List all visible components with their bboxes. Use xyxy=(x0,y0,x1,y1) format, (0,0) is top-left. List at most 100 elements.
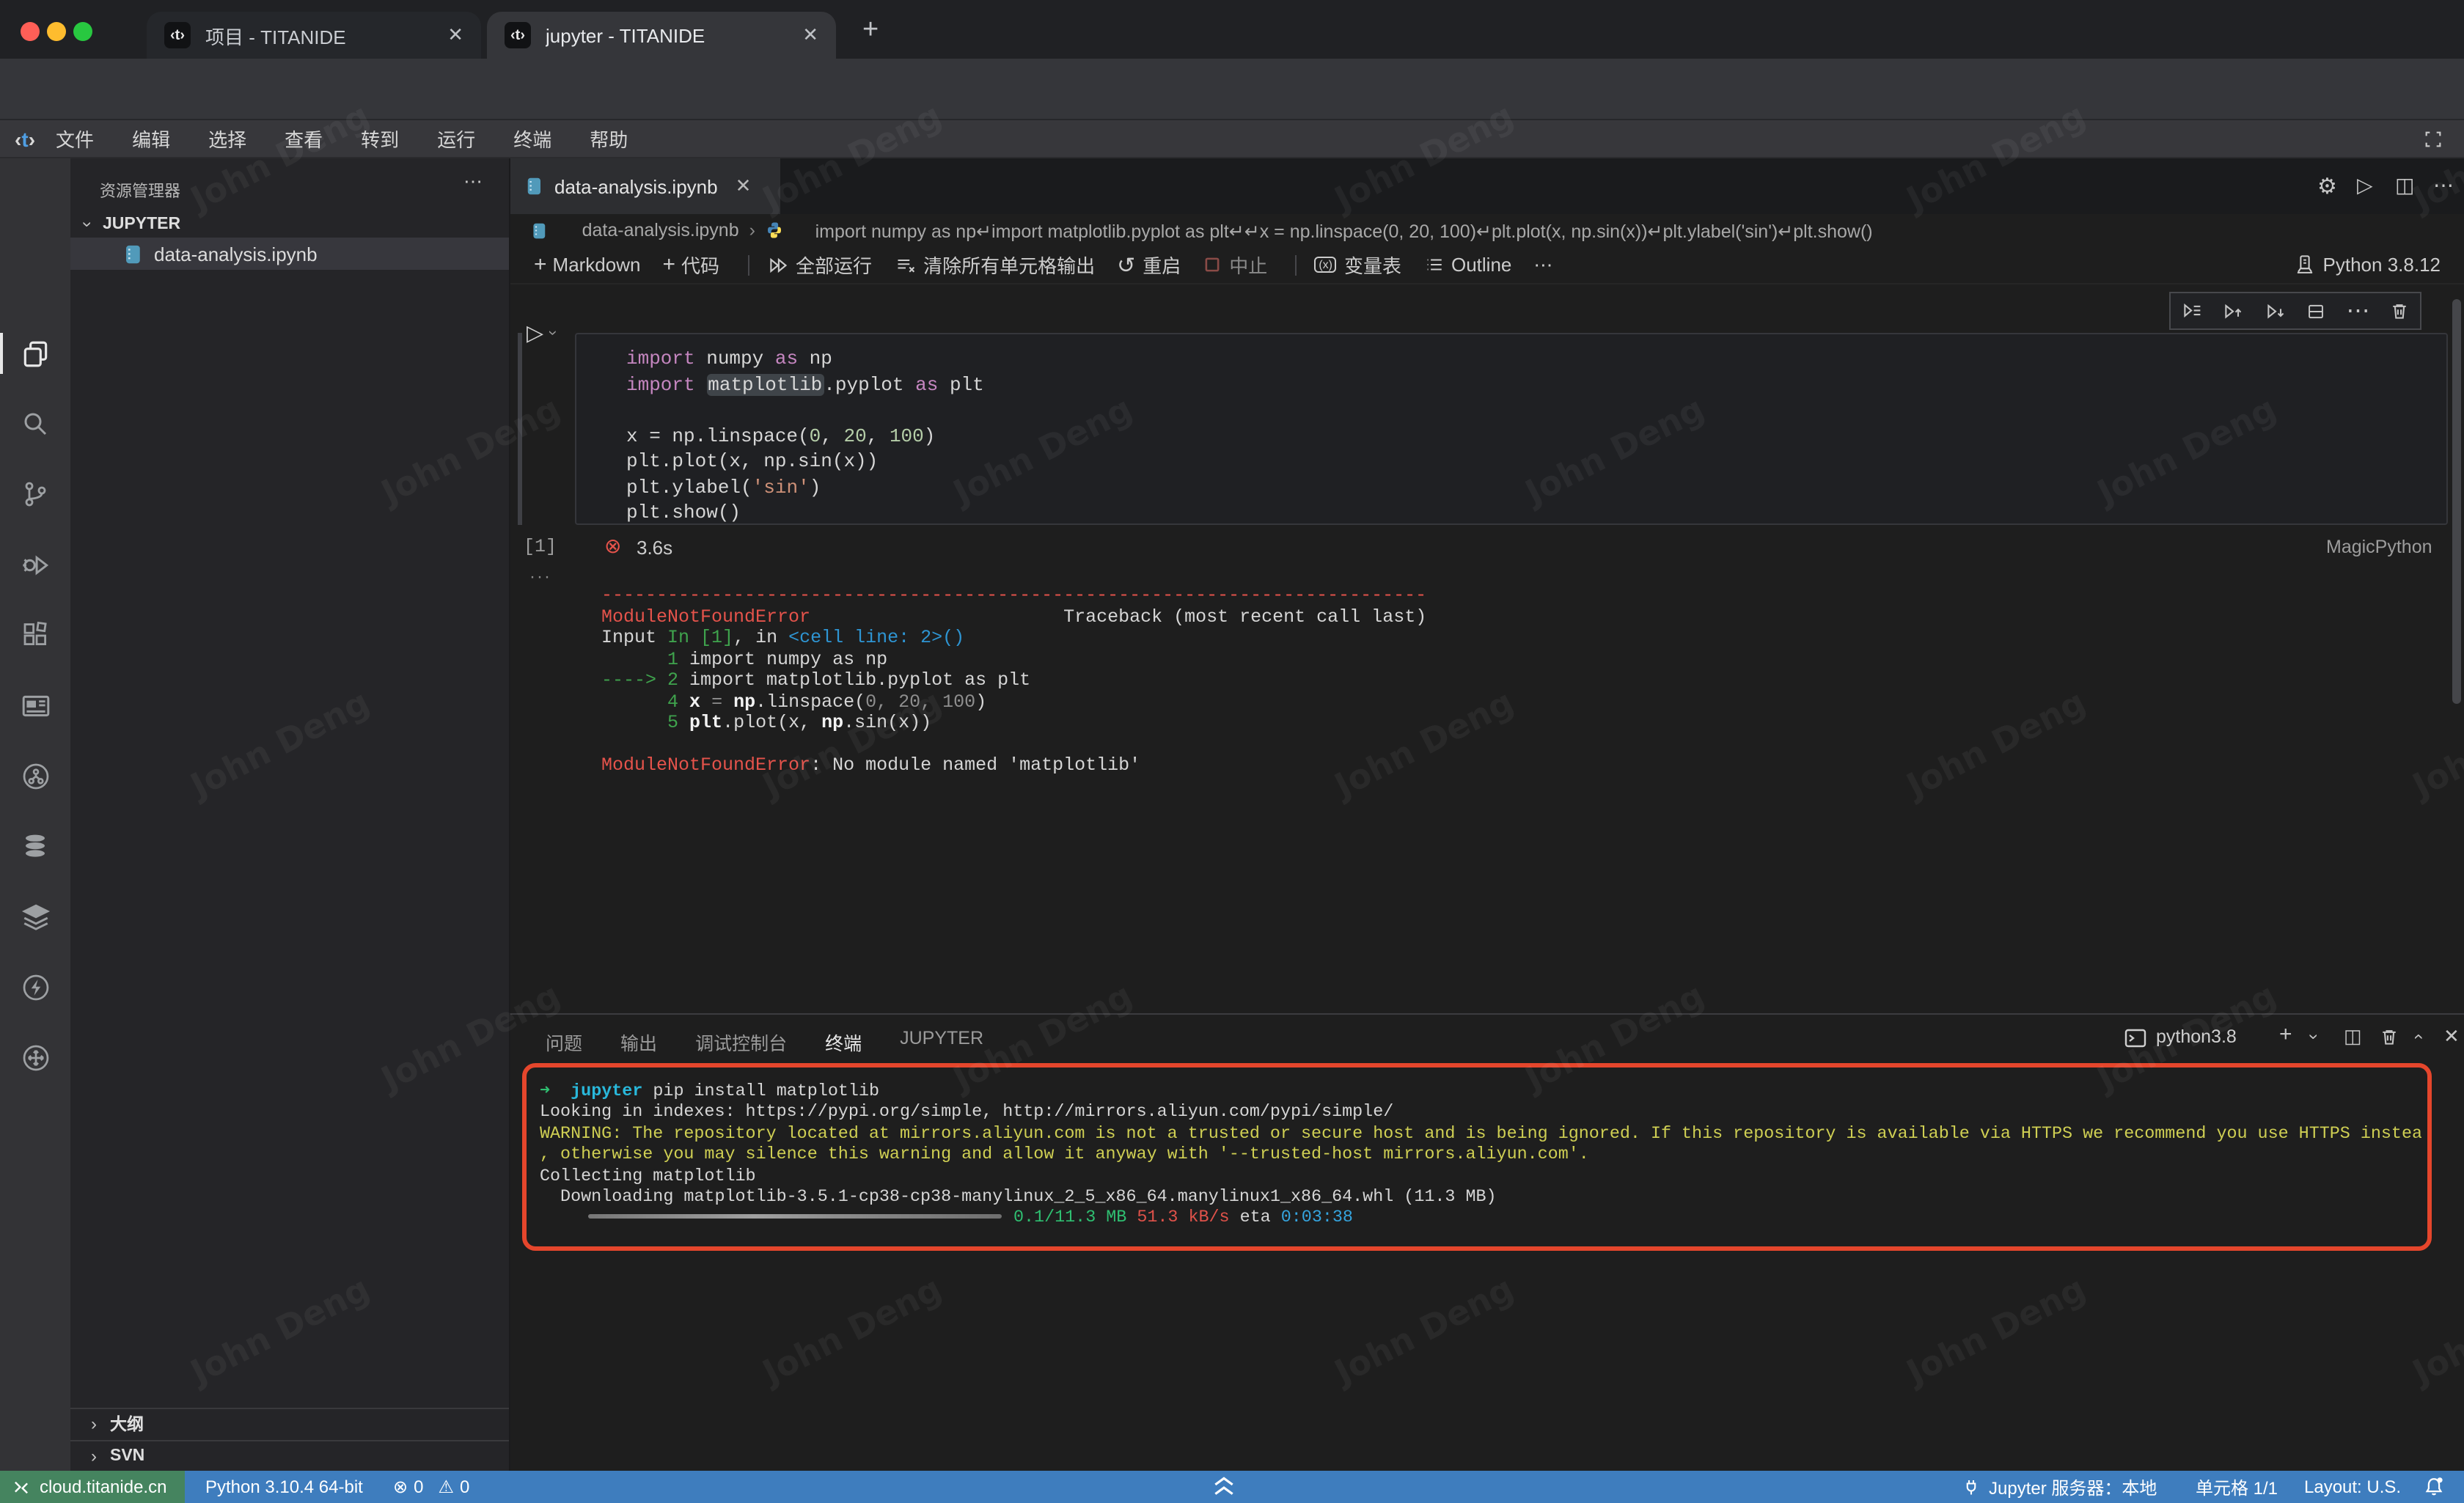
cell-language[interactable]: MagicPython xyxy=(2326,537,2432,557)
remote-targets-icon[interactable] xyxy=(0,1022,70,1092)
add-markdown-button[interactable]: +Markdown xyxy=(534,252,640,277)
panel-tab-output[interactable]: 输出 xyxy=(620,1028,657,1066)
tab-close-icon[interactable]: ✕ xyxy=(802,23,818,47)
kernel-picker[interactable]: Python 3.8.12 xyxy=(2294,254,2441,276)
notebook-toolbar: +Markdown +代码 全部运行 清除所有单元格输出 ↺ 重启 中止 (x)… xyxy=(510,246,2464,284)
menu-help[interactable]: 帮助 xyxy=(590,125,628,152)
breadcrumb-file[interactable]: data-analysis.ipynb xyxy=(582,220,739,240)
extensions-icon[interactable] xyxy=(0,600,70,670)
macos-close-button[interactable] xyxy=(21,22,40,41)
notifications-bell-icon[interactable] xyxy=(2423,1475,2445,1497)
maximize-panel-chevron-icon[interactable]: › xyxy=(2407,1034,2427,1040)
chevron-right-icon: › xyxy=(91,1414,97,1434)
cell-code[interactable]: import numpy as npimport matplotlib.pypl… xyxy=(576,334,2446,525)
menu-file[interactable]: 文件 xyxy=(56,125,94,152)
kill-terminal-icon[interactable] xyxy=(2379,1026,2399,1047)
sidebar-section-svn[interactable]: › SVN xyxy=(70,1440,509,1471)
new-tab-button[interactable]: + xyxy=(862,15,879,47)
panel-tab-problems[interactable]: 问题 xyxy=(546,1028,582,1066)
run-all-button[interactable]: 全部运行 xyxy=(766,251,872,279)
menu-view[interactable]: 查看 xyxy=(285,125,323,152)
menu-terminal[interactable]: 终端 xyxy=(513,125,551,152)
code-cell[interactable]: import numpy as npimport matplotlib.pypl… xyxy=(575,333,2448,525)
bottom-panel: 问题 输出 调试控制台 终端 JUPYTER python3.8 + › ◫ ›… xyxy=(510,1013,2464,1471)
sidebar-title: 资源管理器 xyxy=(100,179,180,202)
browser-tab-project[interactable]: ‹t› 项目 - TITANIDE ✕ xyxy=(147,12,481,59)
split-cell-icon[interactable] xyxy=(2306,301,2327,320)
split-terminal-icon[interactable]: ◫ xyxy=(2344,1025,2362,1048)
file-name: data-analysis.ipynb xyxy=(154,243,318,265)
run-debug-icon[interactable] xyxy=(0,529,70,600)
clear-outputs-button[interactable]: 清除所有单元格输出 xyxy=(894,251,1095,279)
panel-tab-jupyter[interactable]: JUPYTER xyxy=(900,1028,983,1066)
tab-close-icon[interactable]: ✕ xyxy=(447,23,463,47)
python-interpreter-status[interactable]: Python 3.10.4 64-bit xyxy=(205,1471,363,1503)
database-icon[interactable] xyxy=(0,811,70,881)
run-above-icon[interactable] xyxy=(2223,301,2245,321)
terminal-process-label[interactable]: python3.8 xyxy=(2156,1026,2237,1047)
python-icon xyxy=(766,214,807,246)
delete-cell-icon[interactable] xyxy=(2390,301,2410,321)
editor-scrollbar[interactable] xyxy=(2452,299,2461,704)
output-collapse-icon[interactable]: ··· xyxy=(529,566,551,587)
source-control-icon[interactable] xyxy=(0,459,70,529)
breadcrumb-cell-code[interactable]: import numpy as np↵import matplotlib.pyp… xyxy=(815,219,1873,241)
power-icon[interactable] xyxy=(0,952,70,1022)
explorer-icon[interactable] xyxy=(0,318,70,389)
error-icon: ⊗ xyxy=(393,1477,408,1497)
notebook-settings-gear-icon[interactable]: ⚙ xyxy=(2317,173,2337,199)
live-preview-icon[interactable] xyxy=(0,670,70,741)
editor-more-icon[interactable]: ⋯ xyxy=(2433,173,2454,198)
menu-selection[interactable]: 选择 xyxy=(208,125,246,152)
run-cell-button[interactable]: ▷ xyxy=(527,320,543,346)
sidebar-section-outline[interactable]: › 大纲 xyxy=(70,1408,509,1438)
fullscreen-icon[interactable] xyxy=(2423,128,2443,149)
jupyter-server-status[interactable]: Jupyter 服务器：本地 xyxy=(1962,1471,2157,1503)
search-icon[interactable] xyxy=(0,389,70,459)
remote-indicator[interactable]: cloud.titanide.cn xyxy=(0,1471,185,1503)
browser-tab-title: 项目 - TITANIDE xyxy=(205,21,430,49)
run-options-chevron-icon[interactable]: › xyxy=(544,330,562,335)
execution-count: [1] xyxy=(524,537,557,557)
notebook-file-icon xyxy=(531,214,572,246)
panel-tab-debug-console[interactable]: 调试控制台 xyxy=(695,1028,787,1066)
macos-zoom-button[interactable] xyxy=(73,22,92,41)
cell-duration: 3.6s xyxy=(637,537,672,559)
restart-kernel-button[interactable]: ↺ 重启 xyxy=(1117,251,1181,279)
close-panel-icon[interactable]: ✕ xyxy=(2443,1025,2460,1048)
macos-minimize-button[interactable] xyxy=(47,22,66,41)
editor-tab-title: data-analysis.ipynb xyxy=(554,175,718,197)
restore-panel-chevrons-icon[interactable] xyxy=(1211,1475,1236,1497)
menu-goto[interactable]: 转到 xyxy=(361,125,399,152)
execute-row-icon[interactable] xyxy=(2181,301,2203,321)
outline-button[interactable]: Outline xyxy=(1423,254,1511,276)
breadcrumbs[interactable]: data-analysis.ipynb › import numpy as np… xyxy=(510,214,2464,246)
panel-tab-terminal[interactable]: 终端 xyxy=(825,1028,862,1066)
tab-close-icon[interactable]: ✕ xyxy=(736,174,752,198)
cell-more-icon[interactable]: ⋯ xyxy=(2347,296,2370,326)
run-icon[interactable]: ▷ xyxy=(2357,173,2373,198)
keyboard-layout-status[interactable]: Layout: U.S. xyxy=(2304,1471,2401,1503)
sidebar-section-jupyter[interactable]: › JUPYTER xyxy=(85,214,180,235)
variables-button[interactable]: (x) 变量表 xyxy=(1314,251,1401,279)
browser-tab-jupyter[interactable]: ‹t› jupyter - TITANIDE ✕ xyxy=(487,12,836,59)
split-editor-icon[interactable]: ◫ xyxy=(2395,173,2414,198)
sidebar-more-icon[interactable]: ⋯ xyxy=(463,170,483,194)
new-terminal-icon[interactable]: + xyxy=(2279,1022,2292,1047)
add-code-button[interactable]: +代码 xyxy=(662,251,719,279)
notebook-file-icon xyxy=(123,243,142,265)
run-below-icon[interactable] xyxy=(2265,301,2287,321)
interrupt-button[interactable]: 中止 xyxy=(1203,251,1267,279)
toolbar-more-icon[interactable]: ⋯ xyxy=(1533,253,1552,276)
menu-edit[interactable]: 编辑 xyxy=(132,125,170,152)
cell-position-status[interactable]: 单元格 1/1 xyxy=(2196,1471,2278,1503)
browser-toolbar: ← → ↻ ⌂ cloud.titanide.cn/ide/web/coding… xyxy=(0,59,2464,120)
terminal-dropdown-chevron-icon[interactable]: › xyxy=(2304,1034,2325,1040)
terminal-output[interactable]: ➜ jupyter pip install matplotlibLooking … xyxy=(540,1081,2421,1229)
git-graph-icon[interactable] xyxy=(0,741,70,811)
problems-status[interactable]: ⊗0 ⚠0 xyxy=(393,1471,469,1503)
menu-run[interactable]: 运行 xyxy=(437,125,475,152)
file-item-notebook[interactable]: data-analysis.ipynb xyxy=(70,238,509,270)
layers-icon[interactable] xyxy=(0,881,70,952)
editor-tab-notebook[interactable]: data-analysis.ipynb ✕ xyxy=(510,158,780,214)
